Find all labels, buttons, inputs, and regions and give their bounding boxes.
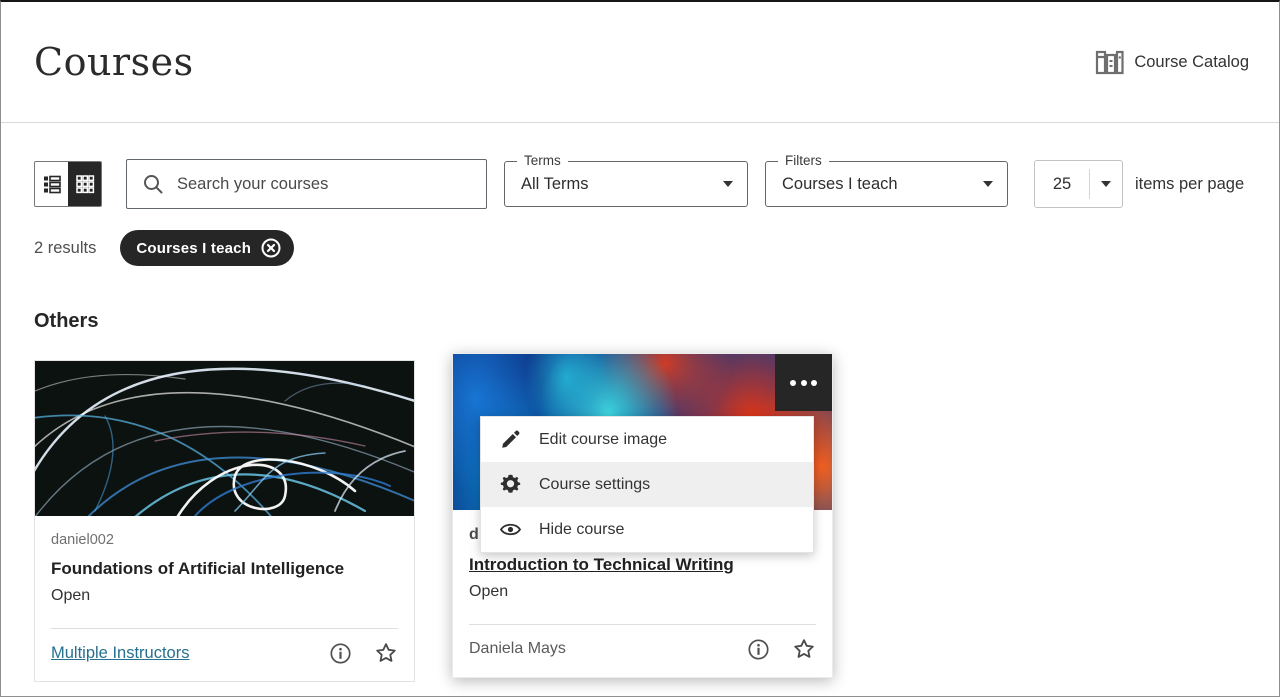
course-catalog-label: Course Catalog xyxy=(1134,53,1249,72)
card-body: daniel002 Foundations of Artificial Inte… xyxy=(35,516,414,611)
search-input[interactable] xyxy=(177,175,472,194)
course-id: daniel002 xyxy=(51,529,398,551)
filter-chip-label: Courses I teach xyxy=(136,240,251,257)
terms-label: Terms xyxy=(517,153,568,168)
page-size-value: 25 xyxy=(1035,175,1089,194)
course-info-button[interactable] xyxy=(329,642,352,665)
books-icon xyxy=(1094,47,1125,78)
filters-label: Filters xyxy=(778,153,829,168)
search-icon xyxy=(141,172,165,196)
course-image xyxy=(35,361,414,516)
filter-chip-courses-i-teach[interactable]: Courses I teach xyxy=(120,230,294,266)
chevron-down-icon xyxy=(983,181,993,187)
menu-item-label: Hide course xyxy=(539,521,624,539)
multiple-instructors-link[interactable]: Multiple Instructors xyxy=(51,644,189,663)
instructor-name: Daniela Mays xyxy=(469,640,566,658)
filters-value: Courses I teach xyxy=(782,175,971,194)
course-card-technical-writing: d Introduction to Technical Writing Open… xyxy=(452,353,833,678)
chevron-down-icon xyxy=(723,181,733,187)
menu-item-hide-course[interactable]: Hide course xyxy=(481,507,813,552)
course-catalog-link[interactable]: Course Catalog xyxy=(1094,47,1249,78)
course-title-link[interactable]: Introduction to Technical Writing xyxy=(469,552,734,577)
page-title: Courses xyxy=(34,40,194,84)
ellipsis-icon xyxy=(790,380,796,386)
grid-view-icon xyxy=(74,173,96,195)
card-footer: Multiple Instructors xyxy=(35,629,414,681)
course-info-button[interactable] xyxy=(747,638,770,661)
card-footer: Daniela Mays xyxy=(453,625,832,677)
menu-item-label: Course settings xyxy=(539,476,650,494)
menu-item-course-settings[interactable]: Course settings xyxy=(481,462,813,507)
eye-icon xyxy=(499,518,522,541)
pencil-icon xyxy=(499,428,522,451)
card-more-options-button[interactable] xyxy=(775,354,832,411)
star-icon xyxy=(374,641,398,665)
course-title-link[interactable]: Foundations of Artificial Intelligence xyxy=(51,556,344,581)
results-row: 2 results Courses I teach xyxy=(34,230,1249,266)
course-card-list: daniel002 Foundations of Artificial Inte… xyxy=(34,360,1249,682)
list-view-button[interactable] xyxy=(35,162,68,206)
terms-value: All Terms xyxy=(521,175,711,194)
results-count: 2 results xyxy=(34,239,96,258)
menu-item-edit-course-image[interactable]: Edit course image xyxy=(481,417,813,462)
terms-select[interactable]: Terms All Terms xyxy=(504,161,748,207)
course-status: Open xyxy=(469,579,816,605)
course-status: Open xyxy=(51,583,398,609)
page-size-select[interactable]: 25 xyxy=(1034,160,1123,208)
grid-view-button[interactable] xyxy=(68,162,101,206)
info-icon xyxy=(329,642,352,665)
gear-icon xyxy=(499,473,522,496)
toolbar: Terms All Terms Filters Courses I teach … xyxy=(34,159,1249,209)
search-box xyxy=(126,159,487,209)
filters-select[interactable]: Filters Courses I teach xyxy=(765,161,1008,207)
courses-page: Courses Course Catalog xyxy=(0,0,1280,697)
section-heading-others: Others xyxy=(34,310,1249,333)
list-view-icon xyxy=(41,173,63,195)
menu-item-label: Edit course image xyxy=(539,431,667,449)
items-per-page-label: items per page xyxy=(1135,175,1244,194)
star-icon xyxy=(792,637,816,661)
favorite-star-button[interactable] xyxy=(792,637,816,661)
info-icon xyxy=(747,638,770,661)
course-card-foundations-ai: daniel002 Foundations of Artificial Inte… xyxy=(34,360,415,682)
view-toggle xyxy=(34,161,102,207)
card-context-menu: Edit course image Course settings xyxy=(480,416,814,553)
remove-filter-icon[interactable] xyxy=(260,237,282,259)
page-header: Courses Course Catalog xyxy=(1,2,1279,123)
chevron-down-icon xyxy=(1101,181,1111,187)
favorite-star-button[interactable] xyxy=(374,641,398,665)
content-area: Terms All Terms Filters Courses I teach … xyxy=(1,159,1279,682)
